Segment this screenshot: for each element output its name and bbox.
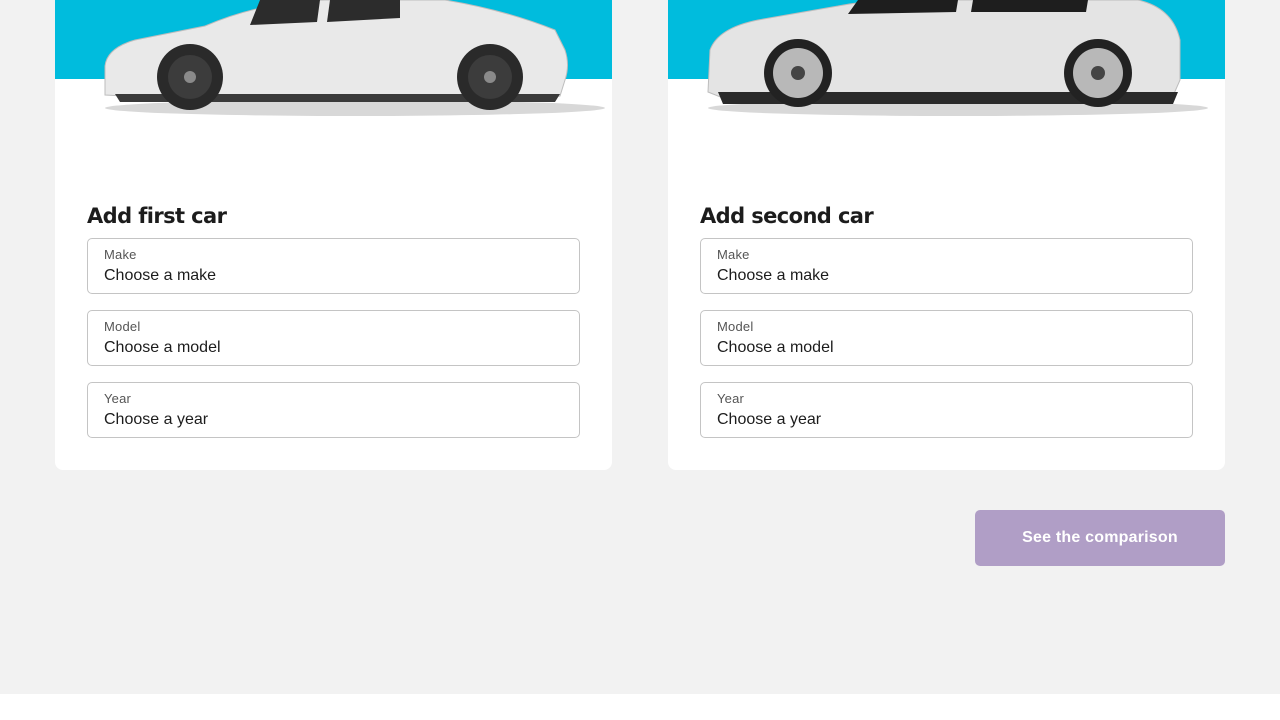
first-car-model-label: Model	[104, 319, 141, 334]
second-car-make-value[interactable]: Choose a make	[717, 267, 829, 285]
second-car-year-label: Year	[717, 391, 745, 406]
first-car-title: Add first car	[87, 204, 227, 228]
first-car-make-select[interactable]: Make Choose a make	[87, 238, 580, 294]
second-car-year-value[interactable]: Choose a year	[717, 411, 821, 429]
second-car-year-select[interactable]: Year Choose a year	[700, 382, 1193, 438]
second-car-make-select[interactable]: Make Choose a make	[700, 238, 1193, 294]
see-comparison-button[interactable]: See the comparison	[975, 510, 1225, 566]
second-car-image	[707, 0, 1208, 116]
first-car-year-select[interactable]: Year Choose a year	[87, 382, 580, 438]
first-car-make-label: Make	[104, 247, 137, 262]
first-car-make-value[interactable]: Choose a make	[104, 267, 216, 285]
first-car-model-select[interactable]: Model Choose a model	[87, 310, 580, 366]
first-car-card: Add first car Make Choose a make Model C…	[55, 0, 612, 470]
second-car-title: Add second car	[700, 204, 874, 228]
second-car-model-value[interactable]: Choose a model	[717, 339, 834, 357]
second-car-model-select[interactable]: Model Choose a model	[700, 310, 1193, 366]
first-car-year-label: Year	[104, 391, 132, 406]
second-car-model-label: Model	[717, 319, 754, 334]
first-car-image	[104, 0, 605, 116]
first-car-model-value[interactable]: Choose a model	[104, 339, 221, 357]
second-car-make-label: Make	[717, 247, 750, 262]
first-car-year-value[interactable]: Choose a year	[104, 411, 208, 429]
second-car-card: Add second car Make Choose a make Model …	[668, 0, 1225, 470]
